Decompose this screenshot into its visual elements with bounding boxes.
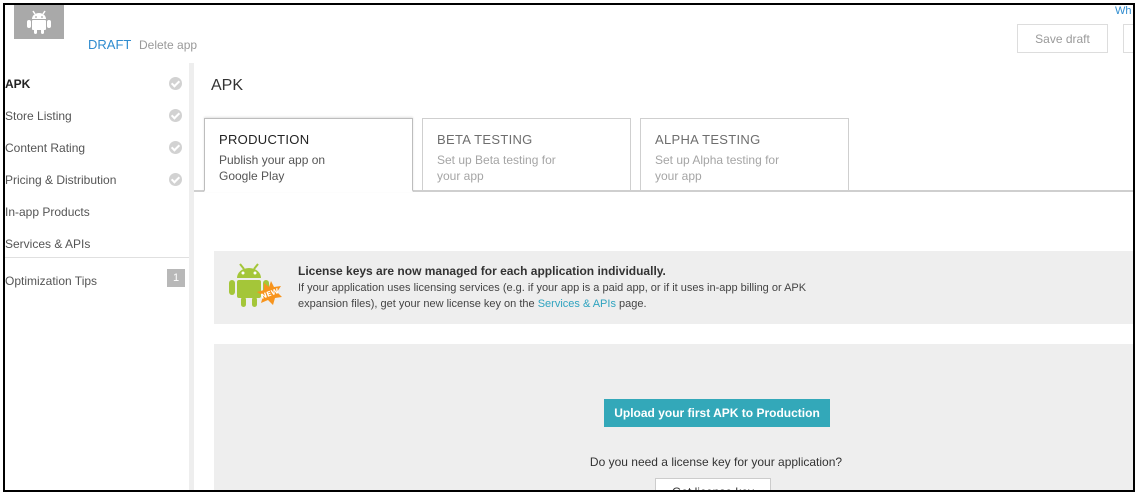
tips-count-badge: 1 [167, 269, 185, 287]
page-title: APK [211, 77, 244, 94]
android-new-icon: NEW [229, 263, 282, 307]
sidebar-item-content-rating[interactable]: Content Rating [5, 139, 189, 159]
sidebar-item-label: Pricing & Distribution [5, 173, 117, 187]
tab-alpha-testing[interactable]: ALPHA TESTING Set up Alpha testing for y… [640, 118, 849, 192]
android-app-icon [14, 5, 64, 39]
sidebar-item-label: Store Listing [5, 109, 72, 123]
license-question: Do you need a license key for your appli… [589, 455, 843, 469]
sidebar-item-optimization-tips[interactable]: Optimization Tips [5, 272, 189, 292]
sidebar-item-label: Optimization Tips [5, 274, 98, 288]
notice-text-end: page. [615, 298, 647, 310]
tab-production[interactable]: PRODUCTION Publish your app on Google Pl… [204, 118, 413, 192]
upload-apk-button[interactable]: Upload your first APK to Production [604, 399, 830, 427]
check-icon [169, 141, 182, 154]
notice-title: License keys are now managed for each ap… [298, 264, 666, 278]
tab-beta-testing[interactable]: BETA TESTING Set up Beta testing for you… [422, 118, 631, 192]
services-apis-link[interactable]: Services & APIs [538, 298, 616, 310]
sidebar-item-apk[interactable]: APK [5, 75, 189, 95]
help-link[interactable]: Wh [1115, 5, 1132, 17]
sidebar-item-label: Services & APIs [5, 237, 91, 251]
sidebar-item-label: APK [5, 77, 31, 91]
check-icon [169, 173, 182, 186]
notice-body: If your application uses licensing servi… [298, 280, 858, 312]
console-window: DRAFT Delete app Wh Save draft APK Store… [3, 3, 1135, 492]
license-notice: NEW License keys are now managed for eac… [214, 251, 1133, 324]
tab-description: Set up Beta testing for your app [437, 153, 556, 183]
sidebar: APK Store Listing Content Rating Pricing… [5, 63, 189, 490]
get-license-key-button[interactable]: Get license key [655, 478, 771, 490]
check-icon [169, 109, 182, 122]
tab-description: Set up Alpha testing for your app [655, 153, 780, 183]
header-extra-button[interactable] [1123, 24, 1133, 53]
sidebar-item-in-app-products[interactable]: In-app Products [5, 203, 189, 223]
tab-title: BETA TESTING [437, 132, 533, 147]
header: DRAFT Delete app Wh Save draft [5, 5, 1133, 63]
draft-status: DRAFT [88, 37, 132, 52]
sidebar-item-services-apis[interactable]: Services & APIs [5, 235, 189, 255]
check-icon [169, 77, 182, 90]
sidebar-item-label: Content Rating [5, 141, 86, 155]
sidebar-item-pricing[interactable]: Pricing & Distribution [5, 171, 189, 191]
delete-app-link[interactable]: Delete app [139, 38, 197, 52]
tab-title: ALPHA TESTING [655, 132, 761, 147]
android-icon [27, 10, 51, 34]
sidebar-item-store-listing[interactable]: Store Listing [5, 107, 189, 127]
upload-panel: Upload your first APK to Production Do y… [214, 344, 1133, 490]
tab-title: PRODUCTION [219, 132, 310, 147]
sidebar-divider [5, 257, 189, 258]
save-draft-button[interactable]: Save draft [1017, 24, 1108, 53]
sidebar-item-label: In-app Products [5, 205, 90, 219]
tab-description: Publish your app on Google Play [219, 153, 326, 183]
main-content: APK PRODUCTION Publish your app on Googl… [194, 63, 1133, 490]
